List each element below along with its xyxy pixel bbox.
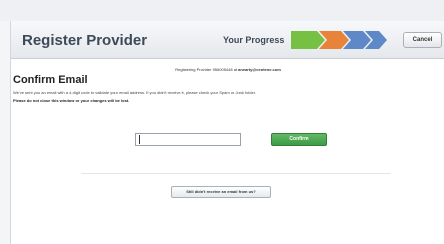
- verification-code-input[interactable]: [135, 133, 241, 146]
- registration-window: Register Provider Your Progress Cancel R…: [10, 21, 444, 244]
- progress-indicator: [291, 31, 387, 49]
- page-header: Register Provider Your Progress Cancel: [11, 21, 444, 59]
- resend-email-button[interactable]: Still didn't receive an email from us?: [171, 186, 271, 198]
- divider: [81, 173, 391, 174]
- cancel-button[interactable]: Cancel: [403, 32, 442, 48]
- text-caret: [139, 135, 140, 144]
- confirm-button[interactable]: Confirm: [271, 133, 327, 146]
- confirm-email-heading: Confirm Email: [13, 74, 88, 86]
- top-band: [0, 0, 444, 21]
- warning-text: Please do not close this window or your …: [13, 98, 130, 103]
- progress-label: Your Progress: [223, 35, 285, 45]
- registering-prefix: Registering Provider 956005448 at: [175, 67, 239, 72]
- page-title: Register Provider: [22, 32, 148, 49]
- instructions-text: We've sent you an email with a 4-digit c…: [13, 90, 256, 95]
- registering-email: anearty@centene.com: [238, 67, 281, 72]
- registering-info: Registering Provider 956005448 at aneart…: [11, 67, 444, 72]
- progress-step-1: [291, 31, 325, 49]
